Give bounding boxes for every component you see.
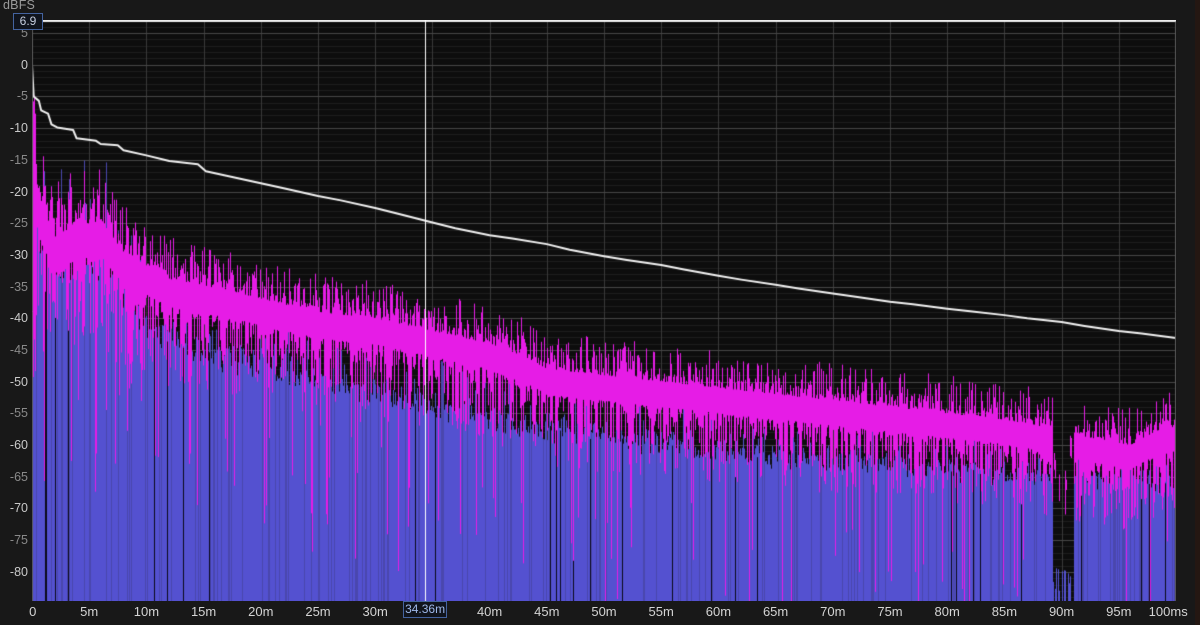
y-tick-label: -35 xyxy=(0,280,28,294)
analyzer-window: dBFS 6.9 50-5-10-15-20-25-30-35-40-45-50… xyxy=(0,0,1200,625)
x-tick-label: 75m xyxy=(877,604,902,619)
x-tick-label: 20m xyxy=(248,604,273,619)
x-tick-label: 90m xyxy=(1049,604,1074,619)
y-axis-unit-label: dBFS xyxy=(3,0,35,12)
y-tick-label: -60 xyxy=(0,438,28,452)
y-tick-label: -75 xyxy=(0,533,28,547)
y-tick-label: -45 xyxy=(0,343,28,357)
y-tick-label: -30 xyxy=(0,248,28,262)
x-tick-label: 55m xyxy=(649,604,674,619)
y-tick-label: 0 xyxy=(0,58,28,72)
y-tick-label: -10 xyxy=(0,121,28,135)
cursor-time-readout-box[interactable]: 34.36m xyxy=(403,601,447,618)
y-tick-label: -80 xyxy=(0,565,28,579)
y-tick-label: -15 xyxy=(0,153,28,167)
x-tick-label: 50m xyxy=(591,604,616,619)
x-tick-label: 15m xyxy=(191,604,216,619)
y-tick-label: -65 xyxy=(0,470,28,484)
x-tick-label: 95m xyxy=(1106,604,1131,619)
x-tick-label: 30m xyxy=(363,604,388,619)
x-tick-label: 70m xyxy=(820,604,845,619)
x-tick-label: 0 xyxy=(29,604,36,619)
x-tick-label: 60m xyxy=(706,604,731,619)
x-tick-label: 65m xyxy=(763,604,788,619)
y-tick-label: -70 xyxy=(0,501,28,515)
y-tick-label: -55 xyxy=(0,406,28,420)
y-tick-label: -50 xyxy=(0,375,28,389)
x-tick-label: 10m xyxy=(134,604,159,619)
x-tick-label: 40m xyxy=(477,604,502,619)
x-tick-label: 45m xyxy=(534,604,559,619)
y-tick-label: -25 xyxy=(0,216,28,230)
x-tick-label: 85m xyxy=(992,604,1017,619)
y-tick-label: -5 xyxy=(0,89,28,103)
window-right-edge-strip xyxy=(1195,0,1200,625)
x-tick-label: 100ms xyxy=(1149,604,1188,619)
x-tick-label: 80m xyxy=(935,604,960,619)
x-tick-label: 25m xyxy=(305,604,330,619)
decay-plot-canvas[interactable] xyxy=(32,20,1176,601)
y-tick-label: -20 xyxy=(0,185,28,199)
y-tick-label: -40 xyxy=(0,311,28,325)
y-axis-max-value-box[interactable]: 6.9 xyxy=(13,13,43,30)
x-tick-label: 5m xyxy=(80,604,98,619)
